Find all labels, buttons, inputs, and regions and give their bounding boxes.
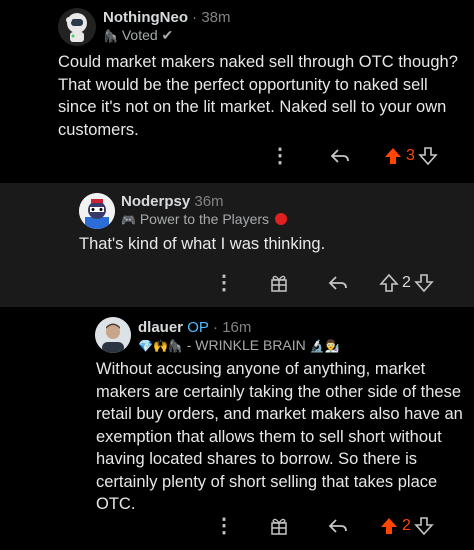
upvote-icon[interactable]	[379, 516, 399, 536]
reply-icon[interactable]	[327, 274, 349, 292]
more-options-icon[interactable]: ⋮	[214, 516, 234, 536]
comment-body: Could market makers naked sell through O…	[58, 53, 458, 139]
gamepad-icon: 🎮	[121, 213, 136, 227]
comment-noderpsy: Noderpsy 36m 🎮 Power to the Players That…	[0, 183, 474, 307]
username[interactable]: dlauer OP · 16m	[138, 319, 251, 336]
downvote-icon[interactable]	[414, 516, 434, 536]
vote-count: 2	[402, 274, 411, 291]
comment-body: That's kind of what I was thinking.	[79, 235, 326, 253]
reply-icon[interactable]	[329, 147, 351, 165]
gorilla-icon: 🦍	[167, 339, 183, 353]
comment-actions: ⋮ 2	[214, 516, 434, 536]
comment-dlauer: dlauer OP · 16m 💎🙌🦍 - WRINKLE BRAIN 🔬👨‍🔬…	[0, 307, 474, 550]
user-flair: 🦍 Voted ✔	[103, 27, 174, 43]
award-icon[interactable]	[269, 516, 289, 536]
timestamp: · 38m	[192, 9, 231, 26]
avatar[interactable]	[58, 8, 96, 46]
award-icon[interactable]	[269, 273, 289, 293]
avatar[interactable]	[95, 317, 131, 353]
vote-count: 3	[406, 147, 415, 164]
upvote-icon[interactable]	[383, 146, 403, 166]
user-flair: 🎮 Power to the Players	[121, 211, 287, 227]
scientist-icon: 👨‍🔬	[324, 339, 340, 353]
comment-nothingneo: NothingNeo · 38m 🦍 Voted ✔ Could market …	[0, 0, 474, 183]
astronaut-avatar-icon	[58, 8, 96, 46]
cartoon-avatar-icon	[79, 193, 115, 229]
vote-count: 2	[402, 517, 411, 534]
comment-actions: ⋮ 2	[214, 273, 434, 293]
downvote-icon[interactable]	[418, 146, 438, 166]
downvote-icon[interactable]	[414, 273, 434, 293]
hands-icon: 🙌	[152, 339, 168, 353]
profile-photo-icon	[95, 317, 131, 353]
reply-icon[interactable]	[327, 517, 349, 535]
more-options-icon[interactable]: ⋮	[270, 146, 290, 166]
diamond-icon: 💎	[138, 339, 153, 353]
comment-body: Without accusing anyone of anything, mar…	[96, 360, 463, 513]
microscope-icon: 🔬	[309, 339, 325, 353]
stop-sign-icon	[274, 213, 287, 225]
username[interactable]: NothingNeo · 38m	[103, 9, 231, 26]
more-options-icon[interactable]: ⋮	[214, 273, 234, 293]
avatar[interactable]	[79, 193, 115, 229]
comment-actions: ⋮ 3	[270, 146, 438, 166]
user-flair: 💎🙌🦍 - WRINKLE BRAIN 🔬👨‍🔬	[138, 337, 340, 353]
gorilla-icon: 🦍	[103, 29, 118, 43]
upvote-icon[interactable]	[379, 273, 399, 293]
timestamp: 36m	[194, 193, 224, 210]
timestamp: · 16m	[213, 319, 252, 336]
username[interactable]: Noderpsy 36m	[121, 193, 224, 210]
op-badge: OP	[187, 319, 209, 336]
